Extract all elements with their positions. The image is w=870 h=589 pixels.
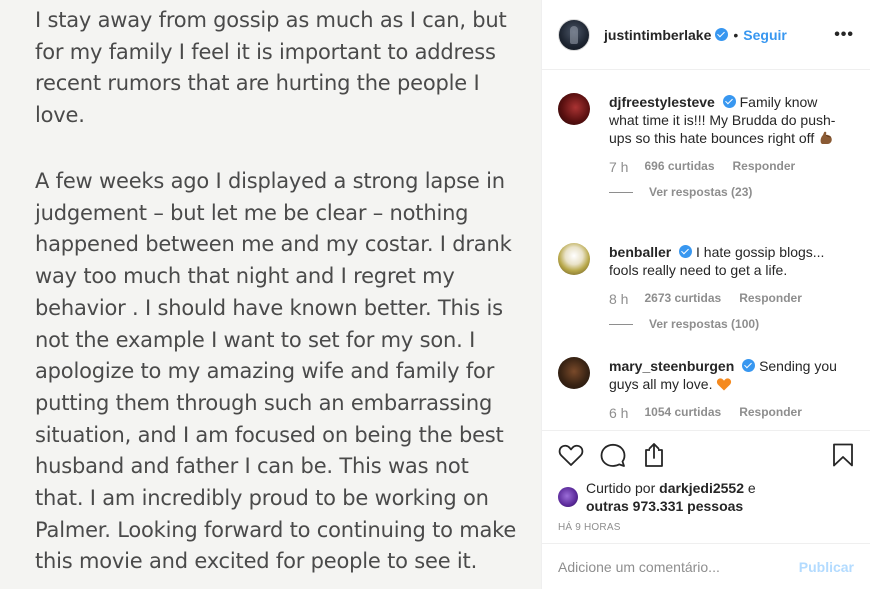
post-image-paragraph-1: I stay away from gossip as much as I can… — [35, 5, 535, 132]
add-comment-bar: Publicar — [542, 543, 870, 589]
likes-text: Curtido por darkjedi2552 e outras 973.33… — [586, 479, 756, 515]
post-text-line: judgement – but let me be clear – nothin… — [35, 200, 469, 225]
post-text-line: I stay away from gossip as much as I can… — [35, 8, 507, 32]
action-bar — [542, 431, 870, 479]
view-replies-button[interactable]: Ver respostas (23) — [609, 185, 858, 199]
post-text-line: that. I am incredibly proud to be workin… — [35, 486, 489, 511]
liker-avatar[interactable] — [558, 487, 578, 507]
follow-button[interactable]: Seguir — [743, 27, 787, 43]
comments-list[interactable]: djfreestylesteve Family know what time i… — [542, 71, 870, 430]
reply-button[interactable]: Responder — [739, 291, 802, 307]
post-header: justintimberlake • Seguir ••• — [542, 0, 870, 70]
header-separator: • — [733, 26, 739, 43]
likes-summary: Curtido por darkjedi2552 e outras 973.33… — [542, 479, 870, 515]
like-heart-icon[interactable] — [558, 443, 584, 467]
post-text-line: love. — [35, 103, 85, 128]
liker-username[interactable]: darkjedi2552 — [659, 480, 744, 496]
comment-time: 8 h — [609, 291, 629, 307]
post-actions-section: Curtido por darkjedi2552 e outras 973.33… — [542, 430, 870, 589]
author-username[interactable]: justintimberlake — [604, 27, 711, 43]
post-image[interactable]: I stay away from gossip as much as I can… — [0, 0, 541, 589]
share-icon[interactable] — [642, 442, 666, 468]
likes-others-link[interactable]: outras 973.331 pessoas — [586, 498, 743, 514]
post-text-line: Palmer. Looking forward to continuing to… — [35, 517, 517, 542]
post-timestamp[interactable]: HÁ 9 HORAS — [542, 522, 870, 533]
comment-bubble-icon[interactable] — [600, 443, 626, 467]
post-text-line: situation, and I am focused on being the… — [35, 422, 504, 447]
post-text-line: for my family I feel it is important to … — [35, 39, 496, 64]
commenter-avatar[interactable] — [558, 93, 590, 125]
comment-meta: 8 h 2673 curtidas Responder — [609, 291, 858, 307]
verified-badge-icon — [722, 95, 736, 108]
comment-meta: 7 h 696 curtidas Responder — [609, 159, 858, 175]
likes-conjunction: e — [747, 480, 756, 496]
post-text-line: not the example I want to set for my son… — [35, 327, 476, 352]
post-text-line: A few weeks ago I displayed a strong lap… — [35, 169, 505, 193]
comment-input[interactable] — [558, 559, 799, 575]
publish-button[interactable]: Publicar — [799, 559, 854, 575]
post-image-paragraph-2: A few weeks ago I displayed a strong lap… — [35, 166, 535, 578]
orange-heart-icon — [717, 378, 732, 391]
verified-badge-icon — [715, 28, 729, 41]
post-text-line: this movie and excited for people to see… — [35, 549, 478, 574]
commenter-avatar[interactable] — [558, 357, 590, 389]
post-text-line: behavior . I should have known better. T… — [35, 295, 503, 320]
post-text-line: putting them through such an embarrassin… — [35, 390, 493, 415]
reply-button[interactable]: Responder — [733, 159, 796, 175]
commenter-username[interactable]: benballer — [609, 244, 671, 260]
author-avatar[interactable] — [558, 18, 590, 51]
comment-likes-count[interactable]: 2673 curtidas — [644, 291, 721, 307]
view-replies-label: Ver respostas (23) — [649, 185, 753, 199]
commenter-avatar[interactable] — [558, 243, 590, 275]
post-text-line: way too much that night and I regret my — [35, 264, 455, 289]
comment-meta: 6 h 1054 curtidas Responder — [609, 405, 858, 421]
comment-body: djfreestylesteve Family know what time i… — [609, 93, 844, 147]
comment-item: mary_steenburgen Sending you guys all my… — [558, 357, 858, 421]
post-text-line: apologize to my amazing wife and family … — [35, 359, 495, 384]
commenter-username[interactable]: mary_steenburgen — [609, 358, 734, 374]
comment-likes-count[interactable]: 1054 curtidas — [644, 405, 721, 421]
comment-item: benballer I hate gossip blogs... fools r… — [558, 243, 858, 331]
likes-prefix: Curtido por — [586, 480, 656, 496]
post-side-panel: justintimberlake • Seguir ••• djfreestyl… — [541, 0, 870, 589]
comment-likes-count[interactable]: 696 curtidas — [644, 159, 714, 175]
post-text-line: recent rumors that are hurting the peopl… — [35, 71, 480, 96]
post-text-line: husband and father I can be. This was no… — [35, 454, 469, 479]
save-bookmark-icon[interactable] — [832, 443, 854, 467]
comment-body: benballer I hate gossip blogs... fools r… — [609, 243, 844, 279]
flexed-biceps-icon — [820, 131, 832, 144]
reply-button[interactable]: Responder — [739, 405, 802, 421]
view-replies-button[interactable]: Ver respostas (100) — [609, 317, 858, 331]
comment-time: 6 h — [609, 405, 629, 421]
more-options-icon[interactable]: ••• — [834, 26, 854, 44]
comment-item: djfreestylesteve Family know what time i… — [558, 93, 858, 199]
commenter-username[interactable]: djfreestylesteve — [609, 94, 715, 110]
verified-badge-icon — [679, 245, 693, 258]
replies-divider — [609, 323, 633, 325]
view-replies-label: Ver respostas (100) — [649, 317, 760, 331]
replies-divider — [609, 191, 633, 193]
post-text-line: happened between me and my costar. I dra… — [35, 232, 512, 257]
comment-body: mary_steenburgen Sending you guys all my… — [609, 357, 844, 393]
verified-badge-icon — [742, 359, 756, 372]
comment-time: 7 h — [609, 159, 629, 175]
